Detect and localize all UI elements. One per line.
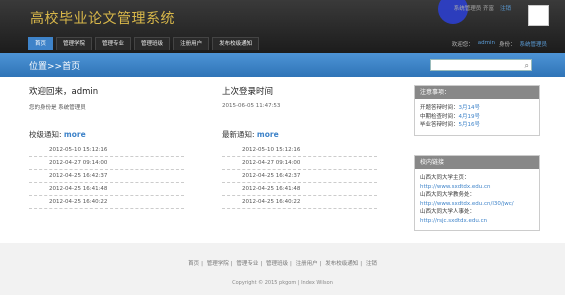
logout-link[interactable]: 注销 <box>500 4 511 12</box>
main-nav: 首页 管理学院 管理专业 管理班级 注册用户 发布校级通知 <box>28 37 260 50</box>
account-info: 欢迎您： admin 身份： 系统管理员 <box>452 40 547 48</box>
list-item[interactable]: 2012-04-27 09:14:00 <box>222 157 377 170</box>
footer-link[interactable]: 发布校级通知 <box>325 261 358 267</box>
footer-link[interactable]: 管理班级 <box>266 261 288 267</box>
list-item[interactable]: 2012-04-25 16:41:48 <box>29 183 184 196</box>
notice-panel-title: 注意事项： <box>415 86 539 99</box>
nav-major[interactable]: 管理专业 <box>95 37 132 50</box>
link-label: 山西大同大学教务处： <box>420 192 476 198</box>
welcome-text: 欢迎回来，admin <box>29 87 99 97</box>
list-item[interactable]: 2012-04-25 16:42:37 <box>222 170 377 183</box>
footer-link[interactable]: 管理学院 <box>207 261 229 267</box>
school-notice-more-link[interactable]: more <box>64 130 86 139</box>
role-value: 系统管理员 <box>519 42 547 48</box>
footer-link[interactable]: 管理专业 <box>236 261 258 267</box>
main-content: 欢迎回来，admin 您的身份是 系统管理员 上次登录时间 2015-06-05… <box>0 77 565 243</box>
link-url[interactable]: http://www.sxdtdx.edu.cn/l30/jwc/ <box>420 200 534 209</box>
list-item[interactable]: 2012-05-10 15:12:16 <box>222 144 377 157</box>
footer-nav: 首页 | 管理学院 | 管理专业 | 管理班级 | 注册用户 | 发布校级通知 | 注销 <box>188 261 377 267</box>
breadcrumb: 位置>>首页 <box>29 62 81 72</box>
link-label: 山西大同大学人事处： <box>420 209 476 215</box>
latest-notice-label: 最新通知: <box>222 130 255 139</box>
notice-line: 中期检查时间：4月19号 <box>420 113 481 120</box>
nav-college[interactable]: 管理学院 <box>56 37 93 50</box>
account-label: 欢迎您： <box>451 42 474 48</box>
nav-home[interactable]: 首页 <box>28 37 54 50</box>
identity-text: 您的身份是 系统管理员 <box>29 105 86 111</box>
copyright: Copyright © 2015 pkgom | Index Wilson <box>232 280 333 286</box>
search-icon[interactable]: ⌕ <box>525 61 529 70</box>
link-url[interactable]: http://rsjc.sxdtdx.edu.cn <box>420 217 534 226</box>
header: 高校毕业论文管理系统 系统管理员 齐富 注销 首页 管理学院 管理专业 管理班级… <box>0 0 565 53</box>
notice-line: 毕业答辩时间：5月16号 <box>420 122 481 128</box>
list-item[interactable]: 2012-05-10 15:12:16 <box>29 144 184 157</box>
notice-line: 开题答辩时间：3月14号 <box>420 105 481 111</box>
links-panel-title: 校内链接 <box>415 156 539 169</box>
footer-link[interactable]: 注册用户 <box>296 261 318 267</box>
link-label: 山西大同大学主页： <box>420 175 470 181</box>
last-login-label: 上次登录时间 <box>222 87 274 97</box>
search-input[interactable]: ⌕ <box>430 59 532 71</box>
list-item[interactable]: 2012-04-25 16:41:48 <box>222 183 377 196</box>
list-item[interactable]: 2012-04-27 09:14:00 <box>29 157 184 170</box>
latest-notice-list: 2012-05-10 15:12:16 2012-04-27 09:14:00 … <box>222 144 377 209</box>
list-item[interactable]: 2012-04-25 16:42:37 <box>29 170 184 183</box>
links-panel: 校内链接 山西大同大学主页： http://www.sxdtdx.edu.cn … <box>414 155 540 231</box>
user-text: 系统管理员 齐富 <box>453 6 494 12</box>
nav-notice[interactable]: 发布校级通知 <box>212 37 260 50</box>
last-login-time: 2015-06-05 11:47:53 <box>222 103 281 109</box>
latest-notice-heading: 最新通知: more <box>222 129 279 140</box>
link-url[interactable]: http://www.sxdtdx.edu.cn <box>420 183 534 192</box>
footer-link[interactable]: 首页 <box>188 261 199 267</box>
school-notice-label: 校级通知: <box>29 130 62 139</box>
avatar[interactable] <box>528 5 549 26</box>
nav-register[interactable]: 注册用户 <box>173 37 210 50</box>
school-notice-heading: 校级通知: more <box>29 129 86 140</box>
latest-notice-more-link[interactable]: more <box>257 130 279 139</box>
footer-link[interactable]: 注销 <box>366 261 377 267</box>
role-label: 身份： <box>498 42 516 48</box>
nav-class[interactable]: 管理班级 <box>134 37 171 50</box>
notice-panel: 注意事项： 开题答辩时间：3月14号 中期检查时间：4月19号 毕业答辩时间：5… <box>414 85 540 136</box>
list-item[interactable]: 2012-04-25 16:40:22 <box>29 196 184 209</box>
account-value[interactable]: admin <box>478 40 495 48</box>
list-item[interactable]: 2012-04-25 16:40:22 <box>222 196 377 209</box>
location-bar: 位置>>首页 ⌕ <box>0 53 565 77</box>
school-notice-list: 2012-05-10 15:12:16 2012-04-27 09:14:00 … <box>29 144 184 209</box>
user-box: 系统管理员 齐富 注销 <box>454 4 511 12</box>
app-title: 高校毕业论文管理系统 <box>30 11 175 27</box>
